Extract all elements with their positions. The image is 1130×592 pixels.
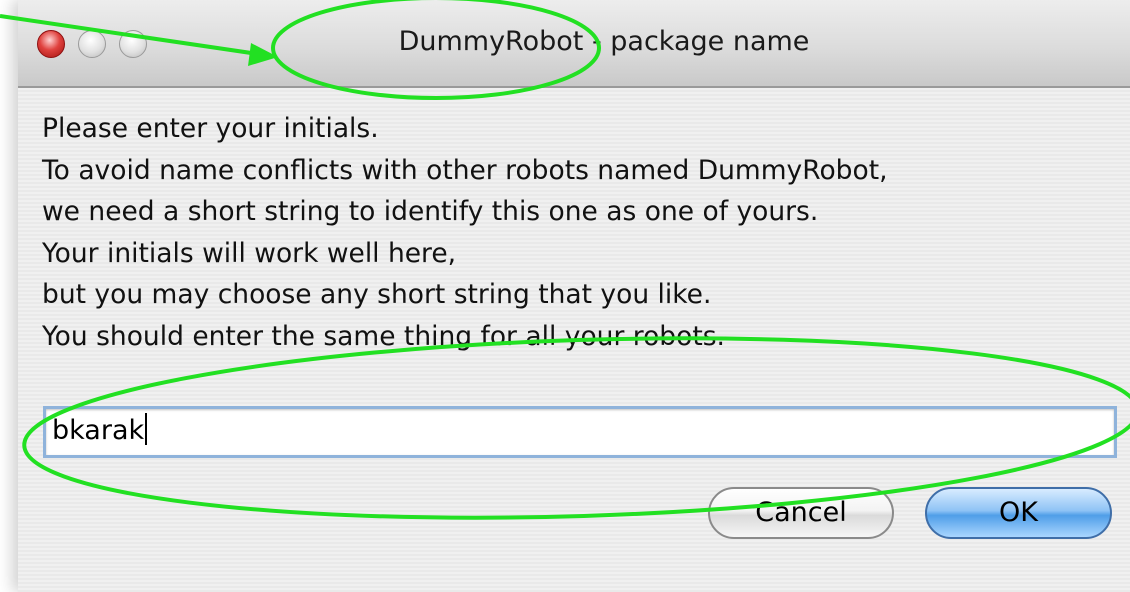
cancel-button[interactable]: Cancel — [708, 487, 894, 539]
initials-input[interactable]: bkarak — [43, 406, 1117, 458]
initials-input-value: bkarak — [52, 415, 145, 446]
message-line: we need a short string to identify this … — [42, 196, 819, 227]
dialog-window: DummyRobot - package name Please enter y… — [18, 0, 1130, 592]
message-line: You should enter the same thing for all … — [42, 320, 725, 352]
title-bar[interactable]: DummyRobot - package name — [18, 0, 1130, 88]
window-title: DummyRobot - package name — [398, 26, 810, 57]
message-line: Please enter your initials. — [42, 113, 379, 144]
text-caret — [145, 412, 148, 445]
message-line: Your initials will work well here, — [42, 237, 457, 269]
message-line: To avoid name conflicts with other robot… — [42, 154, 888, 186]
ok-button[interactable]: OK — [925, 487, 1112, 539]
message-line: but you may choose any short string that… — [42, 279, 712, 310]
message-text: Please enter your initials. To avoid nam… — [42, 108, 1122, 357]
